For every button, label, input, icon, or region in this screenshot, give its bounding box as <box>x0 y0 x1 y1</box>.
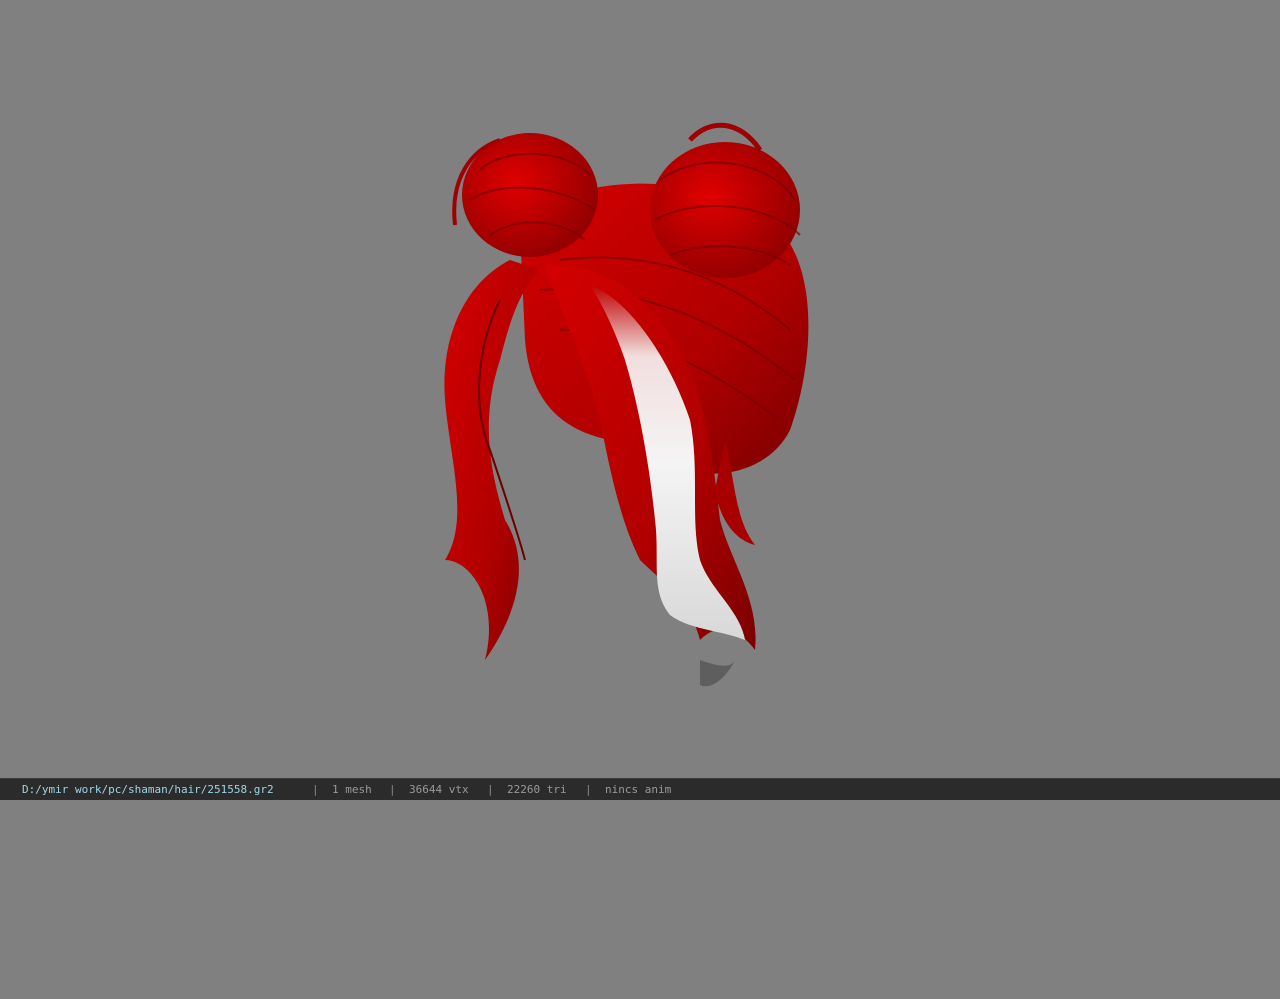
file-path: D:/ymir work/pc/shaman/hair/251558.gr2 <box>22 783 274 796</box>
separator: | <box>312 783 319 796</box>
separator: | <box>389 783 396 796</box>
3d-viewport[interactable] <box>0 0 1280 778</box>
separator: | <box>487 783 494 796</box>
vertex-count: 36644 vtx <box>409 783 469 796</box>
separator: | <box>585 783 592 796</box>
anim-status: nincs anim <box>605 783 672 796</box>
hair-model-render <box>444 122 809 687</box>
status-bar: D:/ymir work/pc/shaman/hair/251558.gr2 |… <box>0 778 1280 800</box>
triangle-count: 22260 tri <box>507 783 567 796</box>
mesh-count: 1 mesh <box>332 783 372 796</box>
left-bun <box>462 133 598 257</box>
